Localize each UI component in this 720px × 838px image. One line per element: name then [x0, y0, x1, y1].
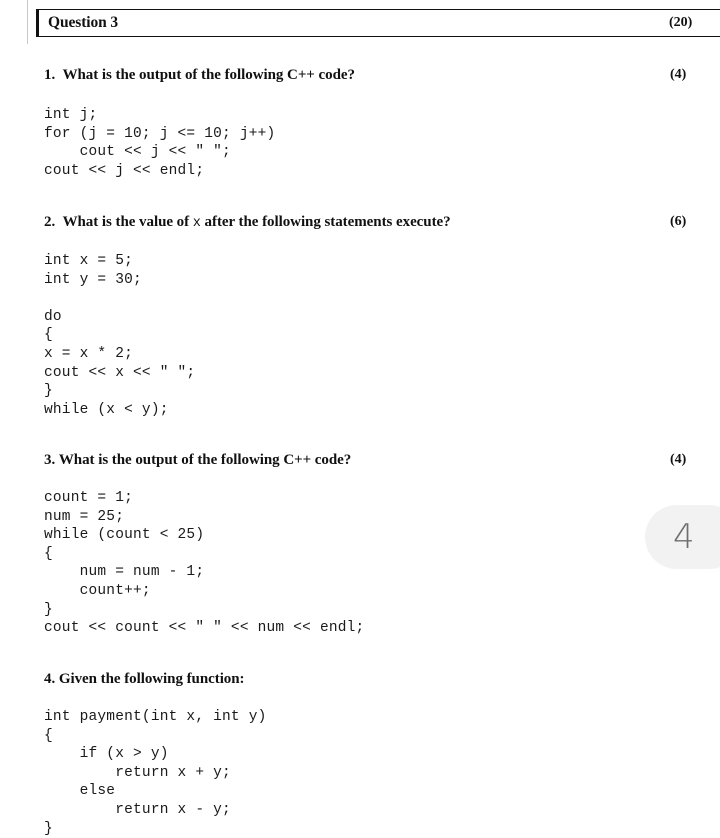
question-2-prompt-row: 2. What is the value of x after the foll…: [44, 214, 704, 231]
question-1-marks: (4): [670, 67, 687, 82]
question-4-number: 4.: [44, 671, 56, 687]
question-2-variable: x: [192, 216, 201, 231]
header-marks: (20): [669, 15, 693, 30]
question-3-marks: (4): [670, 452, 687, 467]
question-1-prompt: 1. What is the output of the following C…: [44, 67, 704, 84]
question-header-inner: Question 3 (20): [39, 10, 711, 36]
question-2-prompt-text-before: What is the value of: [62, 214, 190, 230]
question-3-number: 3.: [44, 452, 56, 468]
question-2-prompt-text-after: after the following statements execute?: [204, 214, 451, 230]
question-1-number: 1.: [44, 67, 56, 83]
question-4-code: int payment(int x, int y) { if (x > y) r…: [44, 709, 267, 837]
question-3-prompt-row: 3. What is the output of the following C…: [44, 452, 704, 469]
question-2-code: int x = 5; int y = 30; do { x = x * 2; c…: [44, 253, 196, 418]
question-3-prompt-text: What is the output of the following C++ …: [58, 452, 352, 468]
question-header-banner: Question 3 (20): [36, 9, 720, 37]
question-2-marks: (6): [670, 214, 687, 229]
scan-edge-artifact: [27, 0, 28, 44]
page-title: Question 3: [48, 14, 119, 31]
question-4-prompt-text: Given the following function:: [58, 671, 245, 687]
question-1-prompt-text: What is the output of the following C++ …: [62, 67, 355, 83]
question-1-code: int j; for (j = 10; j <= 10; j++) cout <…: [44, 107, 276, 179]
page-number-badge: 4: [645, 505, 720, 569]
question-2-number: 2.: [44, 214, 56, 230]
question-4-prompt: 4. Given the following function:: [44, 671, 704, 688]
question-2-prompt: 2. What is the value of x after the foll…: [44, 214, 704, 231]
question-3-prompt: 3. What is the output of the following C…: [44, 452, 704, 469]
document-page: Question 3 (20) 1. What is the output of…: [0, 0, 720, 837]
page-number-badge-value: 4: [673, 517, 695, 557]
question-1-prompt-row: 1. What is the output of the following C…: [44, 67, 704, 84]
question-4-prompt-row: 4. Given the following function:: [44, 671, 704, 688]
question-3-code: count = 1; num = 25; while (count < 25) …: [44, 490, 365, 637]
